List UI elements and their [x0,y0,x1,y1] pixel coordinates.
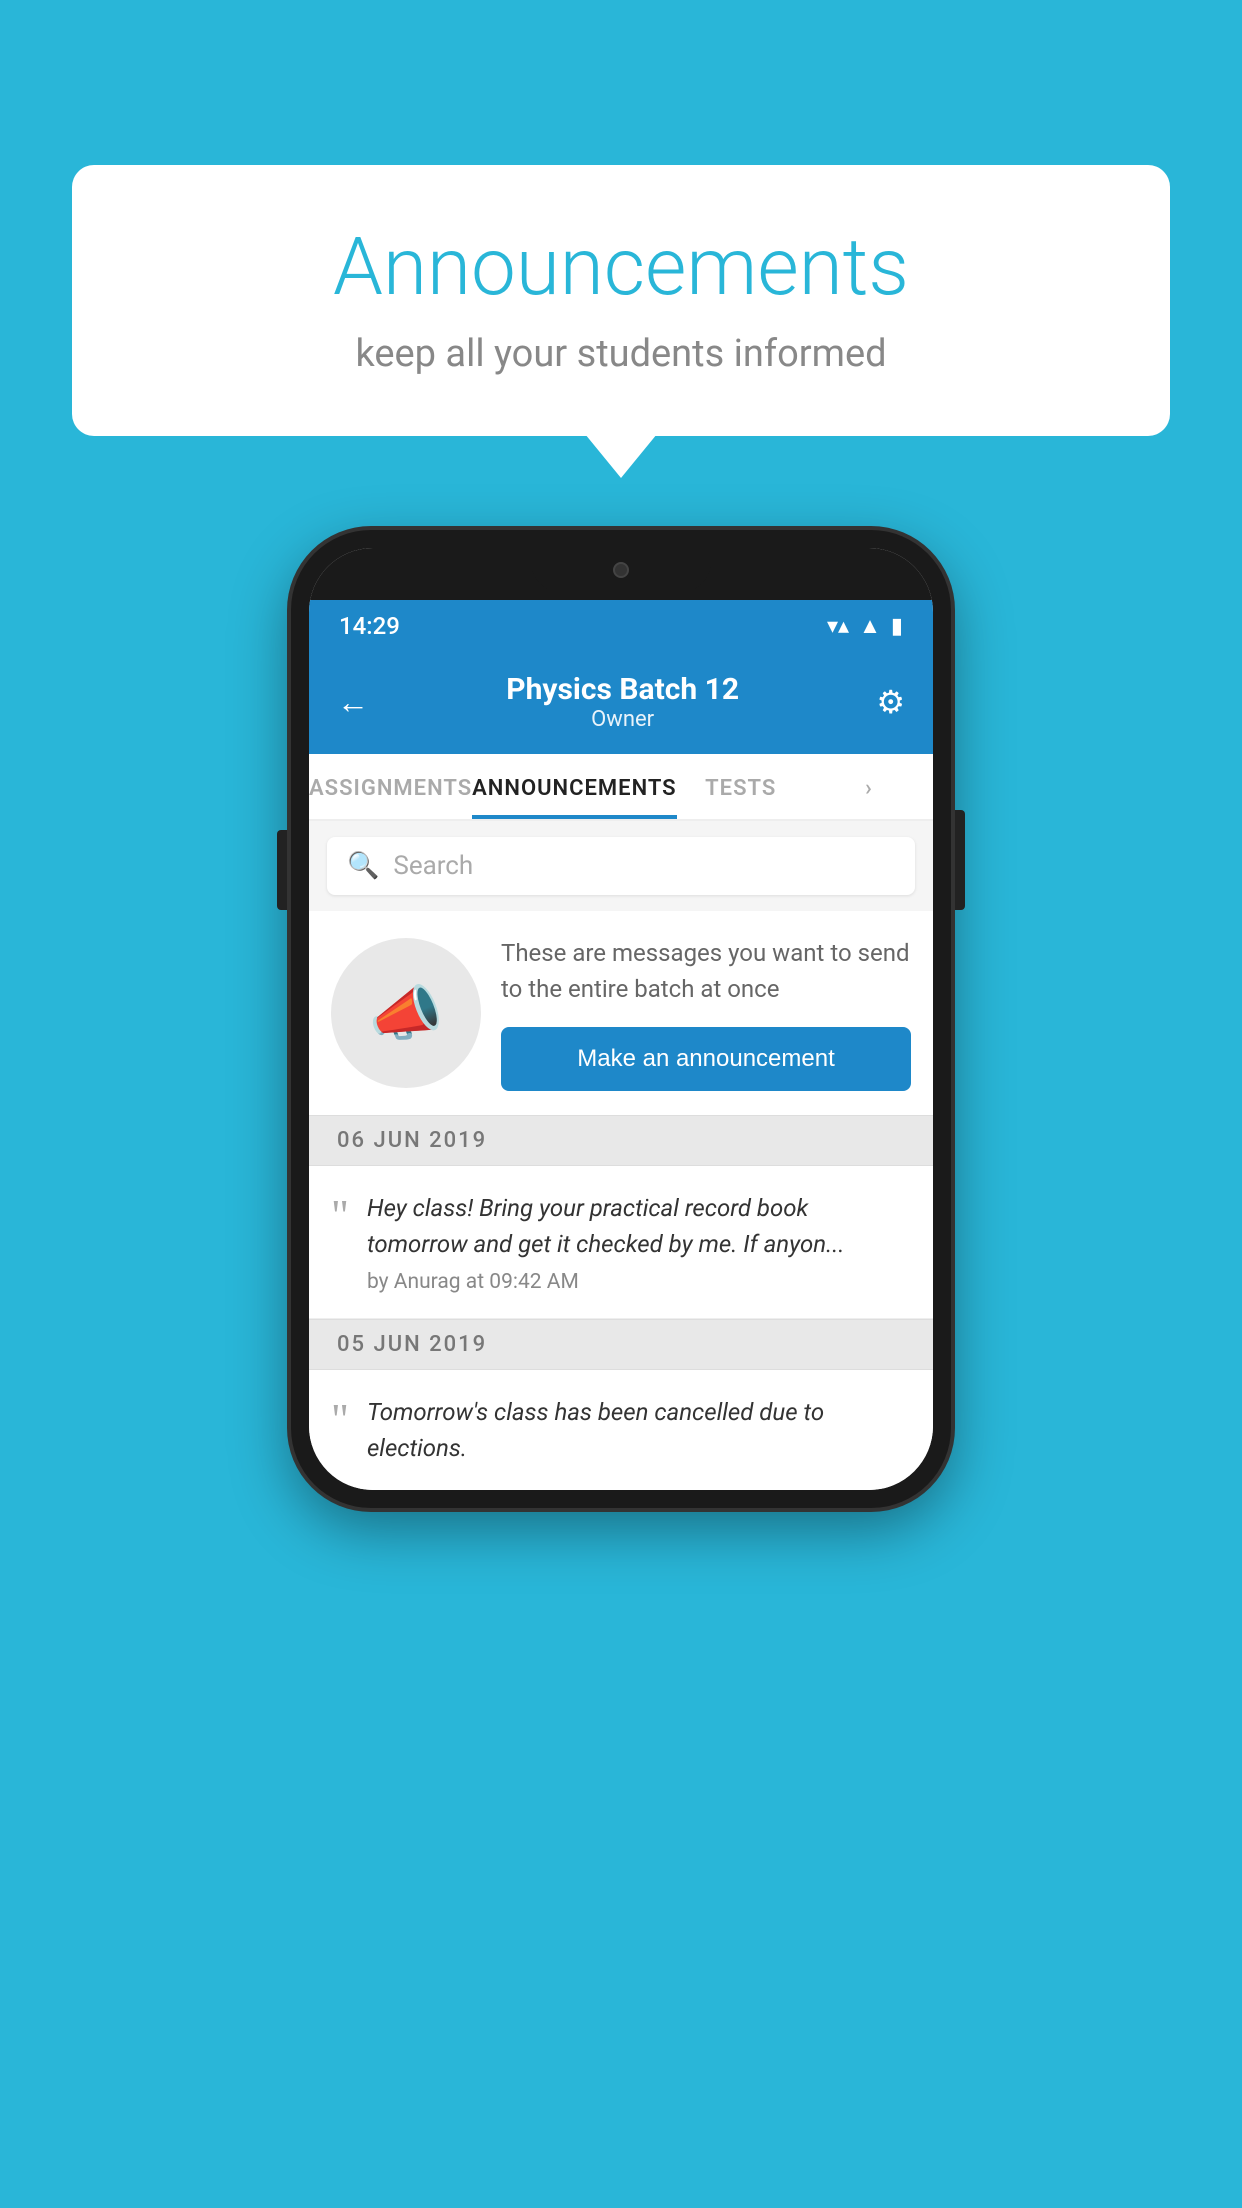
tabs-bar: ASSIGNMENTS ANNOUNCEMENTS TESTS › [309,754,933,821]
phone-outer: 14:29 ▾▴ ▲ ▮ ← Physics Batch 12 Owner ⚙ … [291,530,951,1508]
status-time: 14:29 [339,612,400,640]
speech-bubble-container: Announcements keep all your students inf… [72,165,1170,436]
header-title-block: Physics Batch 12 Owner [369,672,876,732]
speech-bubble-subtitle: keep all your students informed [132,332,1110,376]
notch-cutout [531,548,711,592]
header-subtitle: Owner [369,707,876,732]
date-separator-2: 05 JUN 2019 [309,1319,933,1370]
tab-tests[interactable]: TESTS [677,754,805,819]
back-button[interactable]: ← [337,683,369,721]
quote-icon-2: " [331,1398,349,1442]
quote-icon-1: " [331,1194,349,1238]
gear-icon[interactable]: ⚙ [876,683,905,721]
date-separator-1: 06 JUN 2019 [309,1115,933,1166]
wifi-icon: ▾▴ [827,614,849,639]
phone-mockup: 14:29 ▾▴ ▲ ▮ ← Physics Batch 12 Owner ⚙ … [291,530,951,1508]
announcement-item-1: " Hey class! Bring your practical record… [309,1166,933,1319]
announcement-text-1[interactable]: Hey class! Bring your practical record b… [367,1190,911,1262]
header-title: Physics Batch 12 [369,672,876,707]
announcement-content-2: Tomorrow's class has been cancelled due … [367,1394,911,1466]
status-bar: 14:29 ▾▴ ▲ ▮ [309,600,933,652]
promo-icon-circle: 📣 [331,938,481,1088]
announcement-text-2[interactable]: Tomorrow's class has been cancelled due … [367,1394,911,1466]
tab-announcements[interactable]: ANNOUNCEMENTS [472,754,676,819]
search-bar[interactable]: 🔍 Search [327,837,915,895]
speech-bubble-title: Announcements [132,220,1110,314]
promo-description: These are messages you want to send to t… [501,935,911,1007]
tab-assignments[interactable]: ASSIGNMENTS [309,754,472,819]
phone-screen: 14:29 ▾▴ ▲ ▮ ← Physics Batch 12 Owner ⚙ … [309,548,933,1490]
speech-bubble: Announcements keep all your students inf… [72,165,1170,436]
signal-icon: ▲ [859,613,881,639]
announcement-item-2: " Tomorrow's class has been cancelled du… [309,1370,933,1490]
announcement-content-1: Hey class! Bring your practical record b… [367,1190,911,1294]
search-container: 🔍 Search [309,821,933,911]
promo-block: 📣 These are messages you want to send to… [309,911,933,1115]
search-icon: 🔍 [347,851,379,881]
search-placeholder: Search [393,851,473,881]
camera-dot [613,562,629,578]
tab-more[interactable]: › [805,754,933,819]
megaphone-icon: 📣 [369,978,444,1049]
make-announcement-button[interactable]: Make an announcement [501,1027,911,1091]
status-icons: ▾▴ ▲ ▮ [827,613,903,639]
announcement-meta-1: by Anurag at 09:42 AM [367,1270,911,1294]
phone-notch [309,548,933,600]
promo-content: These are messages you want to send to t… [501,935,911,1091]
battery-icon: ▮ [891,614,903,639]
app-header: ← Physics Batch 12 Owner ⚙ [309,652,933,754]
